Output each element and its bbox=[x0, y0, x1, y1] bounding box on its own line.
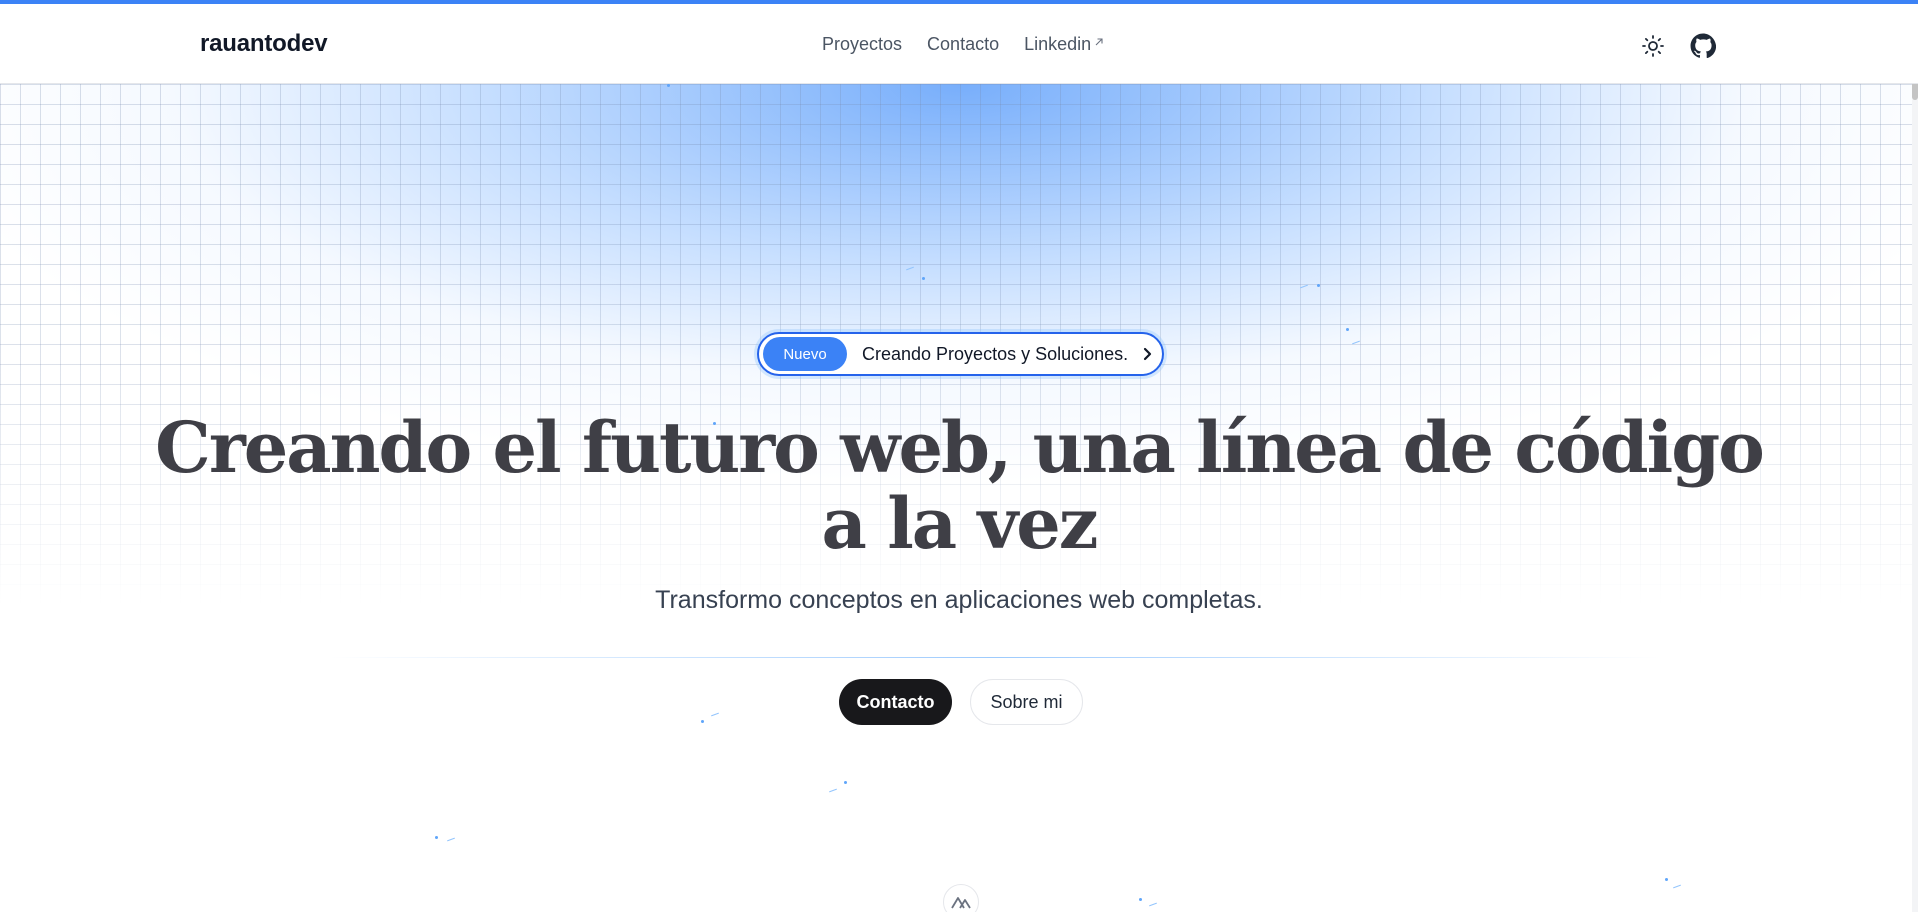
hero-subheadline: Transformo conceptos en aplicaciones web… bbox=[655, 586, 1263, 614]
cta-buttons: Contacto Sobre mi bbox=[839, 679, 1083, 725]
particle bbox=[711, 712, 719, 717]
brand-logo[interactable]: rauantodev bbox=[200, 30, 328, 58]
nav-link-proyectos[interactable]: Proyectos bbox=[822, 34, 902, 55]
hero-section: Nuevo Creando Proyectos y Soluciones. Cr… bbox=[0, 84, 1918, 912]
github-button[interactable] bbox=[1690, 33, 1716, 59]
announcement-text: Creando Proyectos y Soluciones. bbox=[862, 343, 1129, 364]
nav-link-linkedin[interactable]: Linkedin bbox=[1024, 34, 1105, 55]
nav-links: Proyectos Contacto Linkedin bbox=[822, 34, 1105, 55]
particle bbox=[447, 837, 455, 842]
navbar: rauantodev Proyectos Contacto Linkedin bbox=[0, 4, 1918, 84]
headline-line-2: a la vez bbox=[821, 482, 1098, 565]
nav-actions bbox=[1640, 33, 1716, 59]
particle bbox=[922, 277, 925, 280]
github-icon bbox=[1690, 33, 1716, 59]
bottom-logo-badge[interactable] bbox=[943, 884, 979, 912]
nav-link-contacto[interactable]: Contacto bbox=[927, 34, 999, 55]
chevron-right-icon bbox=[1142, 347, 1156, 361]
new-badge: Nuevo bbox=[763, 337, 847, 371]
particle bbox=[1139, 898, 1142, 901]
scrollbar-track[interactable] bbox=[1912, 4, 1918, 912]
headline-line-1: Creando el futuro web, una línea de códi… bbox=[155, 406, 1765, 489]
particle bbox=[1346, 328, 1349, 331]
nav-link-label: Contacto bbox=[927, 34, 1000, 54]
particle bbox=[1665, 878, 1668, 881]
theme-toggle-button[interactable] bbox=[1640, 33, 1666, 59]
nuxt-logo-icon bbox=[951, 897, 971, 909]
hero-divider bbox=[330, 657, 1660, 658]
external-link-icon bbox=[1093, 32, 1105, 46]
particle bbox=[1149, 902, 1157, 907]
particle bbox=[667, 84, 670, 87]
hero-headline: Creando el futuro web, una línea de códi… bbox=[0, 410, 1918, 562]
nav-link-label: Linkedin bbox=[1024, 34, 1092, 54]
particle bbox=[701, 720, 704, 723]
particle bbox=[435, 836, 438, 839]
contact-button[interactable]: Contacto bbox=[839, 679, 952, 725]
nav-link-label: Proyectos bbox=[822, 34, 903, 54]
particle bbox=[829, 788, 837, 793]
particle bbox=[844, 781, 847, 784]
sun-icon bbox=[1642, 35, 1664, 57]
about-me-button[interactable]: Sobre mi bbox=[970, 679, 1083, 725]
particle bbox=[1673, 884, 1681, 889]
announcement-pill[interactable]: Nuevo Creando Proyectos y Soluciones. bbox=[757, 332, 1164, 376]
particle bbox=[1317, 284, 1320, 287]
